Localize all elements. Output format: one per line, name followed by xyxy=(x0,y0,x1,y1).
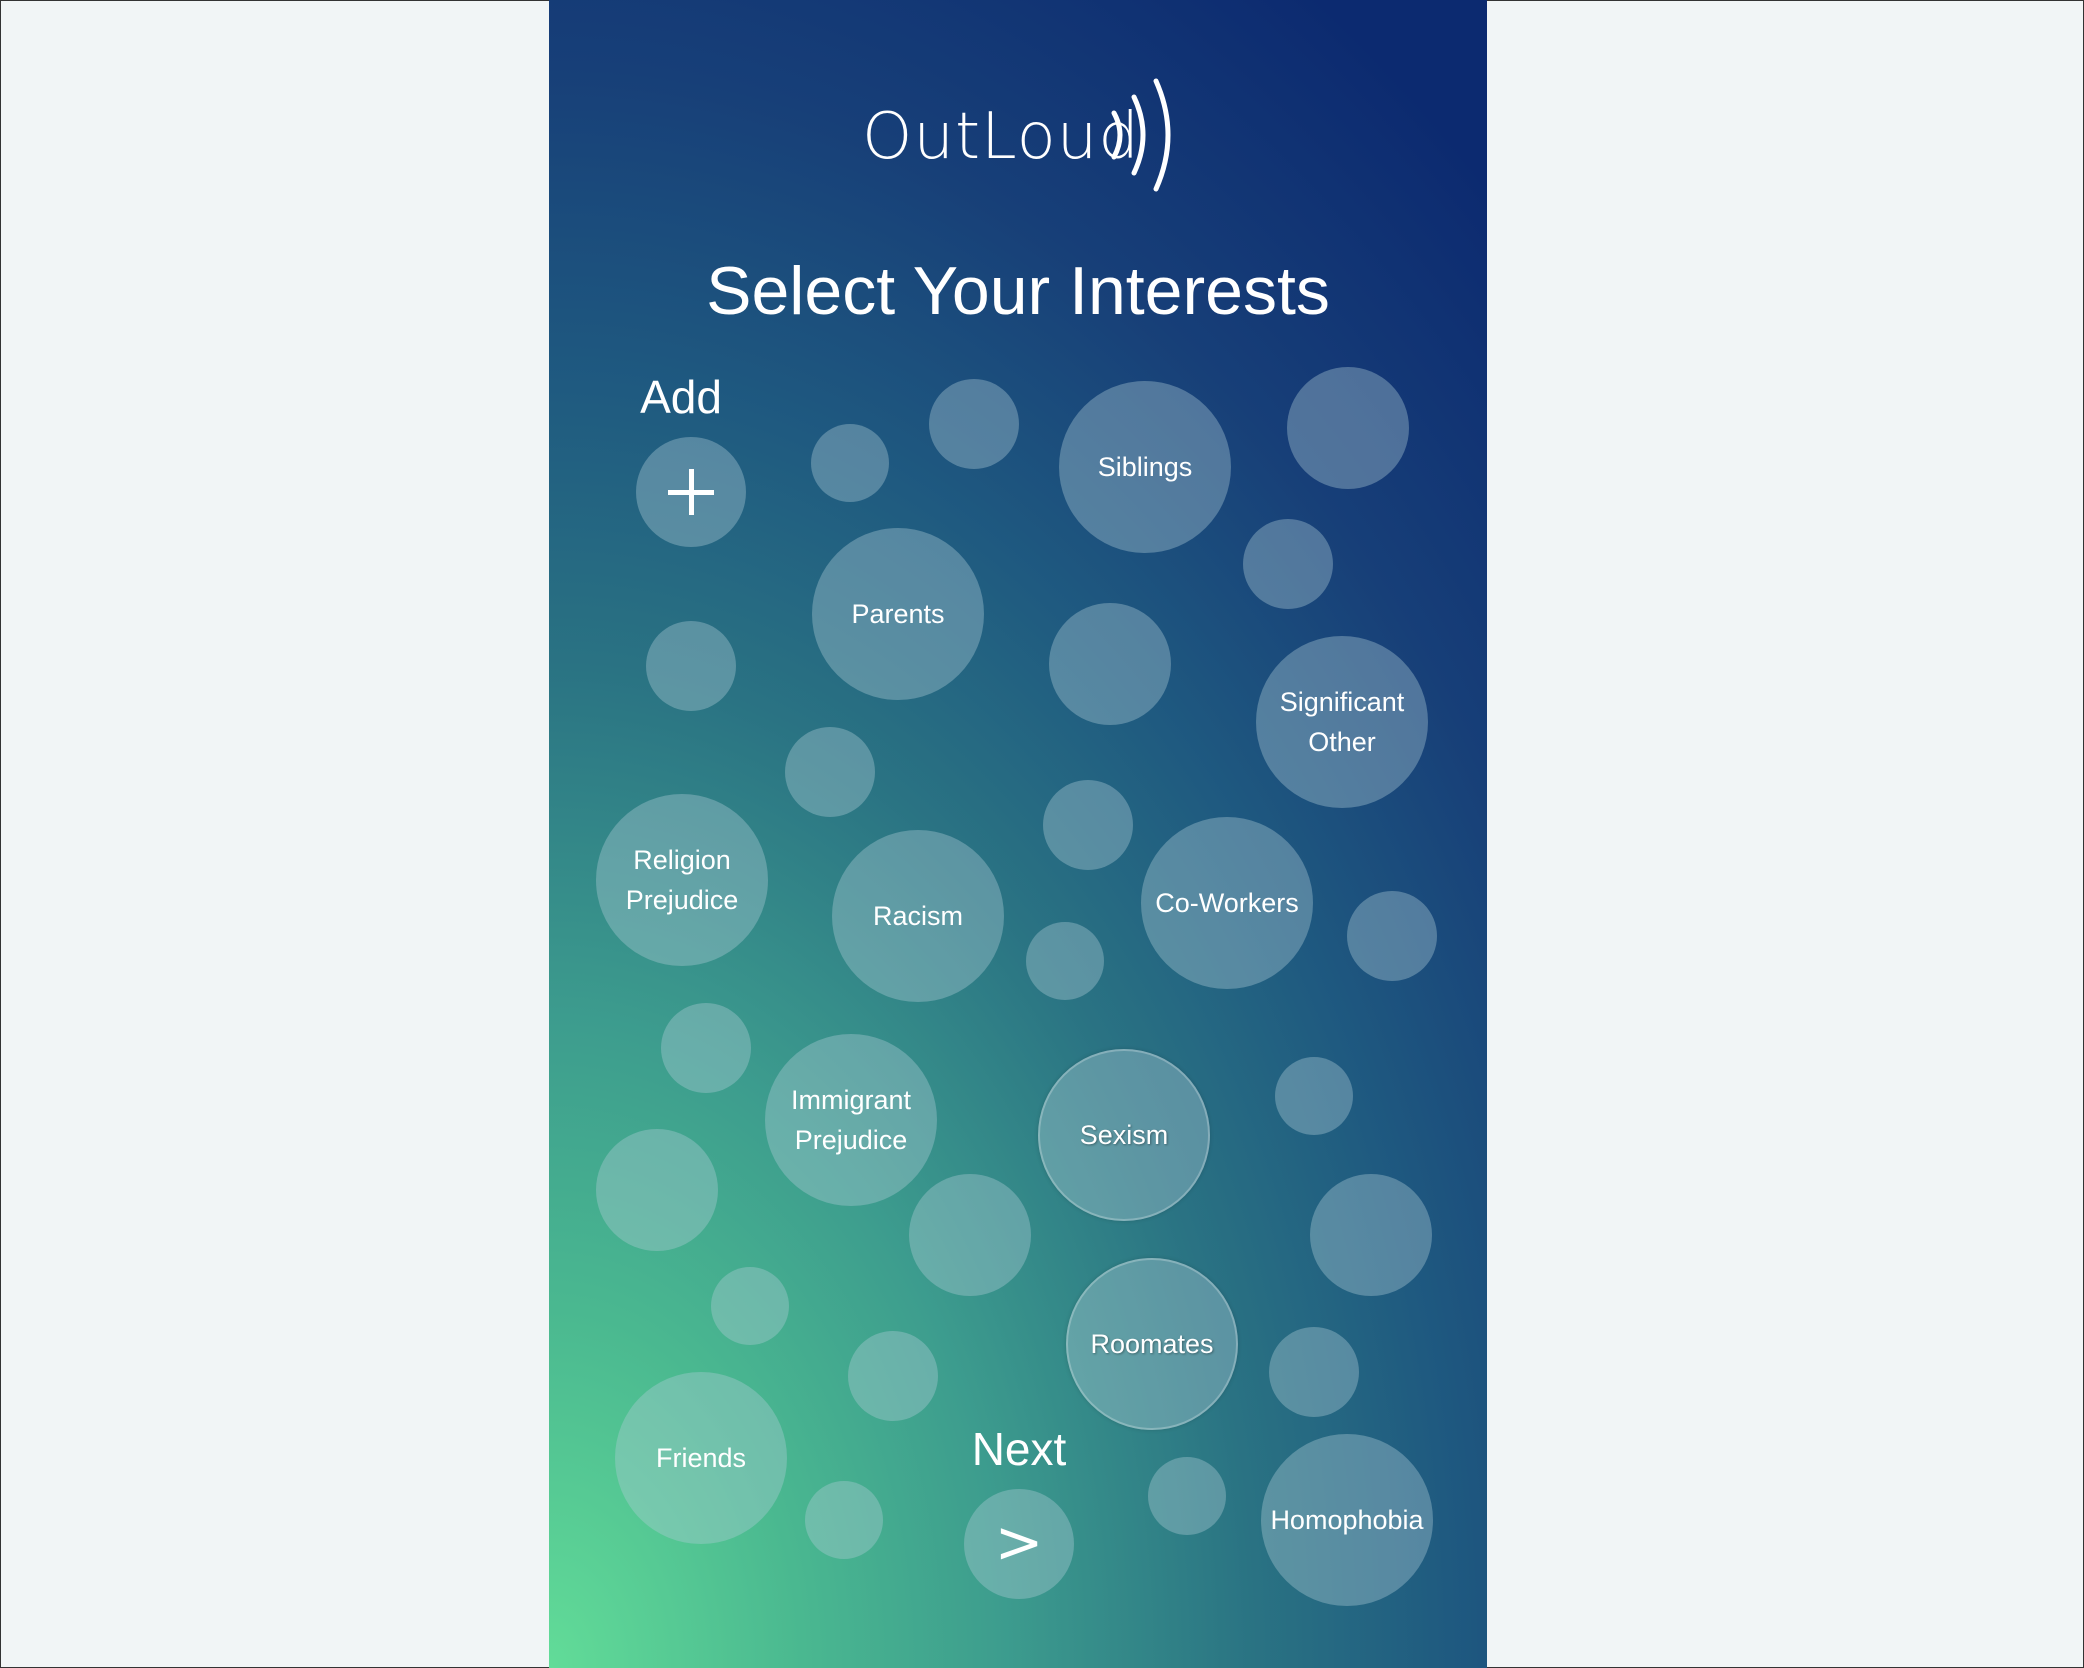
decorative-bubble xyxy=(848,1331,938,1421)
decorative-bubble xyxy=(596,1129,718,1251)
decorative-bubble xyxy=(1347,891,1437,981)
interest-co-workers[interactable]: Co-Workers xyxy=(1141,817,1313,989)
next-label: Next xyxy=(971,1423,1067,1475)
decorative-bubble xyxy=(1049,603,1171,725)
app-logo: OutLoud xyxy=(549,70,1487,200)
interest-label: Friends xyxy=(655,1443,747,1473)
decorative-bubble xyxy=(929,379,1019,469)
interest-label: Other xyxy=(1308,727,1376,757)
interest-racism[interactable]: Racism xyxy=(832,830,1004,1002)
interest-siblings[interactable]: Siblings xyxy=(1059,381,1231,553)
interest-label: Siblings xyxy=(1097,452,1193,482)
interest-parents[interactable]: Parents xyxy=(812,528,984,700)
decorative-bubble xyxy=(1043,780,1133,870)
decorative-bubble xyxy=(1026,922,1104,1000)
interest-roomates[interactable]: Roomates xyxy=(1066,1258,1238,1430)
interest-label: Prejudice xyxy=(625,885,739,915)
decorative-bubble xyxy=(909,1174,1031,1296)
interest-sexism[interactable]: Sexism xyxy=(1038,1049,1210,1221)
interest-label: Racism xyxy=(872,901,963,931)
interest-label: Roomates xyxy=(1090,1329,1214,1359)
decorative-bubble xyxy=(811,424,889,502)
logo-text: OutLoud xyxy=(862,100,1140,174)
decorative-bubble xyxy=(1243,519,1333,609)
interest-label: Religion xyxy=(633,845,731,875)
interest-homophobia[interactable]: Homophobia xyxy=(1261,1434,1433,1606)
page-title: Select Your Interests xyxy=(706,253,1330,329)
decorative-bubble xyxy=(1287,367,1409,489)
interest-label: Parents xyxy=(851,599,945,629)
interest-friends[interactable]: Friends xyxy=(615,1372,787,1544)
add-interest-button[interactable] xyxy=(636,437,746,547)
decorative-bubble xyxy=(1310,1174,1432,1296)
decorative-bubble xyxy=(785,727,875,817)
decorative-bubble xyxy=(1275,1057,1353,1135)
interest-label: Significant xyxy=(1279,687,1405,717)
decorative-bubble xyxy=(646,621,736,711)
interest-immigrant-prejudice[interactable]: Immigrant Prejudice xyxy=(765,1034,937,1206)
decorative-bubble xyxy=(711,1267,789,1345)
interest-label: Immigrant xyxy=(790,1085,912,1115)
phone-screen: OutLoud Select Your Interests Add Siblin… xyxy=(549,0,1487,1668)
add-label: Add xyxy=(640,371,722,423)
sound-waves-icon xyxy=(1111,78,1171,192)
interest-label: Prejudice xyxy=(794,1125,908,1155)
decorative-bubble xyxy=(1269,1327,1359,1417)
interest-religion-prejudice[interactable]: Religion Prejudice xyxy=(596,794,768,966)
interest-label: Co-Workers xyxy=(1155,888,1299,918)
interest-label: Homophobia xyxy=(1270,1505,1424,1535)
plus-icon xyxy=(668,469,714,515)
next-button[interactable]: > xyxy=(964,1489,1074,1599)
decorative-bubble xyxy=(1148,1457,1226,1535)
interest-significant-other[interactable]: Significant Other xyxy=(1256,636,1428,808)
interest-label: Sexism xyxy=(1079,1120,1169,1150)
chevron-right-icon: > xyxy=(994,1508,1044,1576)
decorative-bubble xyxy=(661,1003,751,1093)
decorative-bubble xyxy=(805,1481,883,1559)
